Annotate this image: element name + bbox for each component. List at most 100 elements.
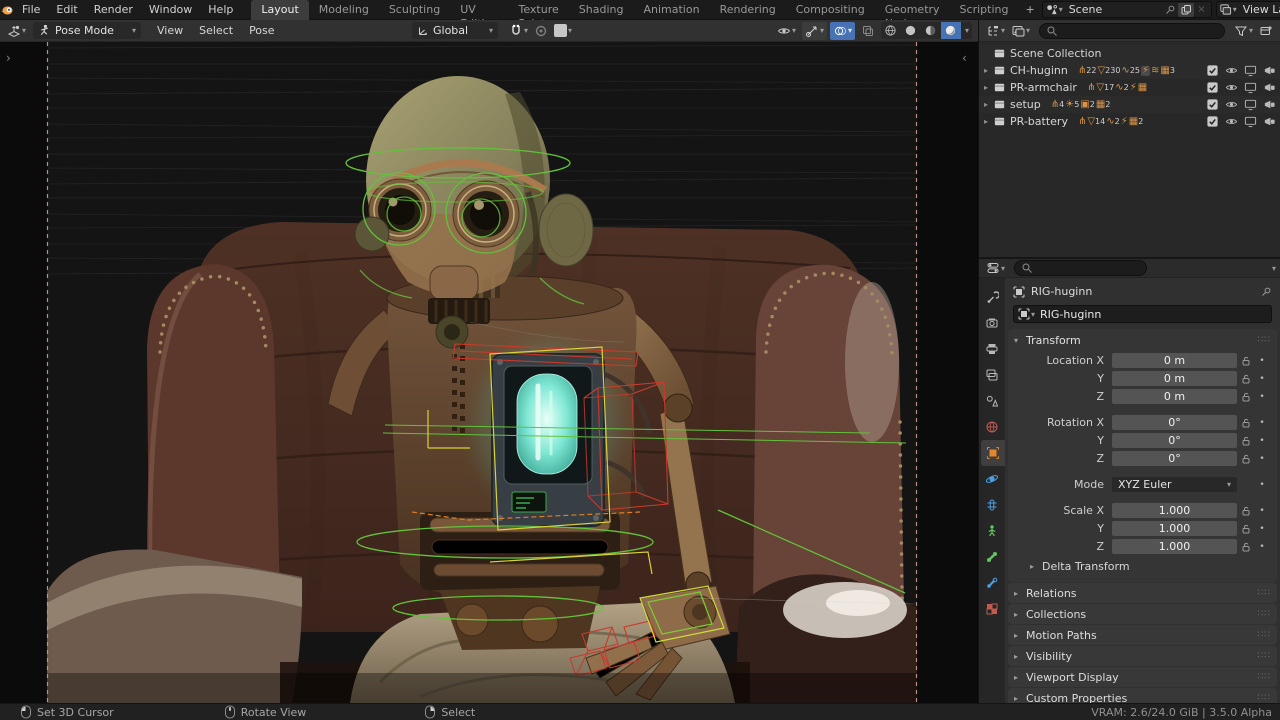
lock-icon[interactable] [1237, 391, 1255, 403]
panel-drag-handle[interactable]: ∷∷ [1258, 335, 1271, 345]
outliner-row-pr-battery[interactable]: ▸PR-battery⋔▽14∿2⚡▦2 [979, 113, 1280, 130]
animate-dot[interactable]: • [1255, 542, 1269, 552]
panel-motion-paths[interactable]: ▸Motion Paths∷∷ [1008, 625, 1277, 645]
toolbar-expand-arrow[interactable]: › [6, 51, 11, 65]
shading-rendered-button[interactable] [941, 22, 961, 39]
disable-viewports-toggle[interactable] [1244, 64, 1257, 77]
menu-window[interactable]: Window [141, 1, 200, 18]
hide-viewport-toggle[interactable] [1225, 115, 1238, 128]
animate-dot[interactable]: • [1255, 480, 1269, 490]
value-field[interactable]: 0° [1112, 415, 1237, 430]
hide-viewport-toggle[interactable] [1225, 64, 1238, 77]
value-field[interactable]: 0 m [1112, 371, 1237, 386]
menu-view[interactable]: View [149, 22, 191, 39]
menu-pose[interactable]: Pose [241, 22, 282, 39]
workspace-tab-compositing[interactable]: Compositing [786, 0, 875, 20]
workspace-tab-uv-editing[interactable]: UV Editing [450, 0, 508, 20]
panel-drag-handle[interactable]: ∷∷ [1258, 651, 1271, 661]
outliner-row-ch-huginn[interactable]: ▸CH-huginn⋔22▽230∿25⚡≋▦3 [979, 62, 1280, 79]
pin-icon[interactable] [1164, 4, 1176, 16]
panel-drag-handle[interactable]: ∷∷ [1258, 672, 1271, 682]
panel-custom-properties[interactable]: ▸Custom Properties∷∷ [1008, 688, 1277, 703]
lock-icon[interactable] [1237, 373, 1255, 385]
properties-tab-view-layer[interactable] [979, 362, 1005, 388]
pin-icon[interactable] [1260, 286, 1272, 298]
lock-icon[interactable] [1237, 417, 1255, 429]
xray-toggle[interactable] [858, 22, 878, 39]
transform-panel-header[interactable]: ▾ Transform ∷∷ [1008, 329, 1277, 351]
workspace-tab-shading[interactable]: Shading [569, 0, 634, 20]
workspace-tab-layout[interactable]: Layout [251, 0, 308, 20]
hide-viewport-toggle[interactable] [1225, 98, 1238, 111]
hide-viewport-toggle[interactable] [1225, 81, 1238, 94]
viewport-3d[interactable]: › ‹ [0, 42, 978, 703]
editor-type-button[interactable]: ▾ [4, 22, 29, 40]
menu-file[interactable]: File [14, 1, 48, 18]
value-field[interactable]: 0° [1112, 451, 1237, 466]
outliner-display-mode-button[interactable]: ▾ [1008, 22, 1033, 40]
value-field[interactable]: 1.000 [1112, 521, 1237, 536]
panel-relations[interactable]: ▸Relations∷∷ [1008, 583, 1277, 603]
exclude-checkbox[interactable] [1206, 98, 1219, 111]
viewport-canvas[interactable]: › ‹ [0, 42, 978, 703]
blender-logo-icon[interactable] [0, 3, 14, 17]
value-field[interactable]: 1.000 [1112, 503, 1237, 518]
disable-render-toggle[interactable] [1263, 98, 1276, 111]
properties-search[interactable] [1014, 260, 1146, 276]
properties-options-chevron[interactable]: ▾ [1272, 264, 1276, 273]
transform-orientation-dropdown[interactable]: Global ▾ [412, 22, 498, 39]
lock-icon[interactable] [1237, 355, 1255, 367]
animate-dot[interactable]: • [1255, 454, 1269, 464]
panel-viewport-display[interactable]: ▸Viewport Display∷∷ [1008, 667, 1277, 687]
properties-tab-bone-constraint[interactable] [979, 570, 1005, 596]
animate-dot[interactable]: • [1255, 506, 1269, 516]
workspace-tab-scripting[interactable]: Scripting [950, 0, 1019, 20]
view-layer-selector[interactable]: ▾ View Layer × [1216, 1, 1280, 18]
animate-dot[interactable]: • [1255, 374, 1269, 384]
outliner-row-setup[interactable]: ▸setup⋔4☀5▣2▦2 [979, 96, 1280, 113]
properties-tab-physics[interactable] [979, 466, 1005, 492]
lock-icon[interactable] [1237, 435, 1255, 447]
properties-tab-constraints[interactable] [979, 492, 1005, 518]
panel-collections[interactable]: ▸Collections∷∷ [1008, 604, 1277, 624]
expand-arrow-icon[interactable]: ▸ [979, 100, 993, 109]
value-field[interactable]: 0 m [1112, 353, 1237, 368]
menu-help[interactable]: Help [200, 1, 241, 18]
object-name-field[interactable]: ▾ RIG-huginn [1013, 305, 1272, 323]
panel-drag-handle[interactable]: ∷∷ [1258, 630, 1271, 640]
properties-tab-tool[interactable] [979, 284, 1005, 310]
animate-dot[interactable]: • [1255, 524, 1269, 534]
breadcrumb-object-name[interactable]: RIG-huginn [1031, 285, 1092, 298]
workspace-tab-animation[interactable]: Animation [633, 0, 709, 20]
disable-viewports-toggle[interactable] [1244, 115, 1257, 128]
menu-render[interactable]: Render [86, 1, 141, 18]
mode-dropdown[interactable]: Pose Mode ▾ [33, 22, 141, 39]
shading-wireframe-button[interactable] [881, 22, 901, 39]
proportional-editing-toggle[interactable] [531, 22, 551, 40]
outliner-search[interactable] [1039, 23, 1225, 39]
animate-dot[interactable]: • [1255, 356, 1269, 366]
unlink-scene-button[interactable]: × [1194, 4, 1208, 15]
panel-visibility[interactable]: ▸Visibility∷∷ [1008, 646, 1277, 666]
panel-drag-handle[interactable]: ∷∷ [1258, 693, 1271, 703]
outliner-filter-button[interactable]: ▾ [1231, 22, 1256, 40]
disable-render-toggle[interactable] [1263, 64, 1276, 77]
new-scene-button[interactable] [1178, 3, 1194, 17]
disable-viewports-toggle[interactable] [1244, 98, 1257, 111]
shading-material-button[interactable] [921, 22, 941, 39]
lock-icon[interactable] [1237, 523, 1255, 535]
outliner-row-scene-collection[interactable]: Scene Collection [979, 45, 1280, 62]
properties-tab-object-data[interactable] [979, 518, 1005, 544]
snap-toggle[interactable]: ▾ [506, 22, 531, 40]
sidebar-expand-arrow[interactable]: ‹ [962, 51, 967, 65]
overlays-dropdown[interactable]: ▾ [830, 22, 855, 40]
workspace-tab-sculpting[interactable]: Sculpting [379, 0, 450, 20]
animate-dot[interactable]: • [1255, 436, 1269, 446]
delta-transform-panel[interactable]: ▸ Delta Transform [1008, 556, 1277, 576]
gizmos-dropdown[interactable]: ▾ [802, 22, 827, 40]
workspace-tab-modeling[interactable]: Modeling [309, 0, 379, 20]
properties-tab-world[interactable] [979, 414, 1005, 440]
value-field[interactable]: 1.000 [1112, 539, 1237, 554]
workspace-tab-texture-paint[interactable]: Texture Paint [509, 0, 569, 20]
properties-tab-scene[interactable] [979, 388, 1005, 414]
